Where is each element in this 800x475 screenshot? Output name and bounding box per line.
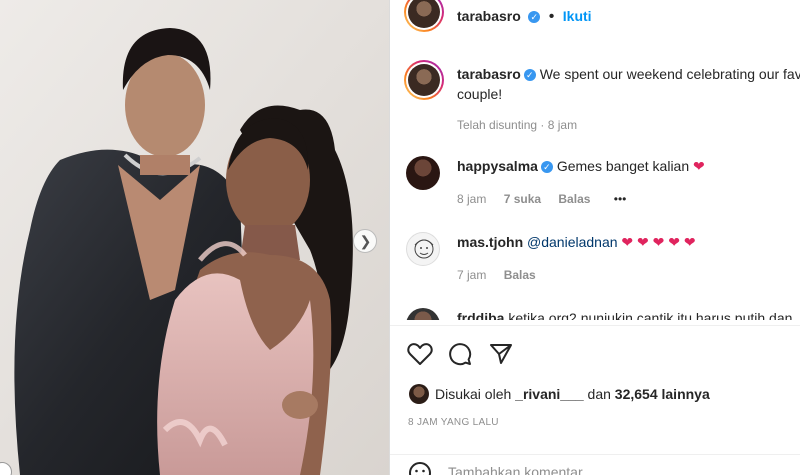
likes-summary[interactable]: Disukai oleh _rivani___ dan 32,654 lainn… [435, 386, 710, 402]
reply-button[interactable]: Balas [504, 268, 536, 282]
paper-plane-icon[interactable] [489, 342, 513, 366]
verified-badge-icon: ✓ [540, 161, 553, 174]
liker-username[interactable]: _rivani___ [515, 386, 584, 402]
comment-time[interactable]: 7 jam [457, 268, 486, 282]
author-avatar[interactable] [404, 0, 444, 32]
commenter-avatar[interactable] [406, 156, 440, 190]
heart-emoji: ❤ [693, 158, 705, 174]
likes-prefix: Disukai oleh [435, 386, 512, 402]
caption-edited: Telah disunting · 8 jam [457, 118, 578, 132]
caption-text-line2: couple! [457, 86, 503, 102]
heart-icon[interactable] [407, 342, 433, 366]
likes-middle: dan [587, 386, 611, 402]
comment-bubble-icon[interactable] [448, 342, 472, 366]
caption-avatar[interactable] [404, 60, 444, 100]
author-username[interactable]: tarabasro [457, 8, 521, 24]
comment-text: ketika org2 nunjukin cantik itu harus pu… [508, 310, 793, 320]
comments-list[interactable]: tarabasro ✓ We spent our weekend celebrat… [390, 58, 800, 320]
more-options-icon[interactable]: ••• [614, 192, 627, 206]
verified-badge-icon: ✓ [528, 10, 541, 23]
likes-count[interactable]: 32,654 lainnya [615, 386, 710, 402]
commenter-avatar[interactable] [406, 232, 440, 266]
caption-text-line1: We spent our weekend celebrating our fav [539, 66, 800, 82]
comment-likes[interactable]: 7 suka [504, 192, 541, 206]
couple-photo-image [0, 0, 389, 475]
reply-button[interactable]: Balas [558, 192, 590, 206]
emoji-icon[interactable] [408, 461, 432, 475]
commenter-username[interactable]: mas.tjohn [457, 234, 523, 250]
comment-text: Gemes banget kalian [556, 158, 690, 174]
commenter-avatar[interactable] [406, 308, 440, 320]
caption-username[interactable]: tarabasro [457, 66, 521, 82]
follow-button[interactable]: Ikuti [563, 8, 592, 24]
comment-input[interactable] [446, 463, 770, 475]
comment-time[interactable]: 8 jam [457, 192, 486, 206]
post-timestamp: 8 JAM YANG LALU [408, 417, 499, 428]
chevron-right-icon: ❯ [359, 233, 372, 249]
comment-mention[interactable]: @danieladnan [527, 234, 618, 250]
post-actions: Disukai oleh _rivani___ dan 32,654 lainn… [390, 325, 800, 475]
heart-emojis: ❤ ❤ ❤ ❤ ❤ [621, 234, 696, 250]
next-photo-button[interactable]: ❯ [353, 229, 377, 253]
post-side-panel: tarabasro ✓ • Ikuti tarabasro ✓ We spent … [389, 0, 800, 475]
commenter-username[interactable]: happysalma [457, 158, 538, 174]
post-photo[interactable]: ❯ [0, 0, 389, 475]
add-comment-bar [390, 454, 800, 475]
verified-badge-icon: ✓ [523, 69, 536, 82]
commenter-username[interactable]: frddiba [457, 310, 504, 320]
sketch-face-icon [414, 239, 434, 259]
post-header: tarabasro ✓ • Ikuti [390, 0, 800, 60]
liker-avatar[interactable] [409, 384, 429, 404]
header-separator: • [548, 8, 555, 25]
